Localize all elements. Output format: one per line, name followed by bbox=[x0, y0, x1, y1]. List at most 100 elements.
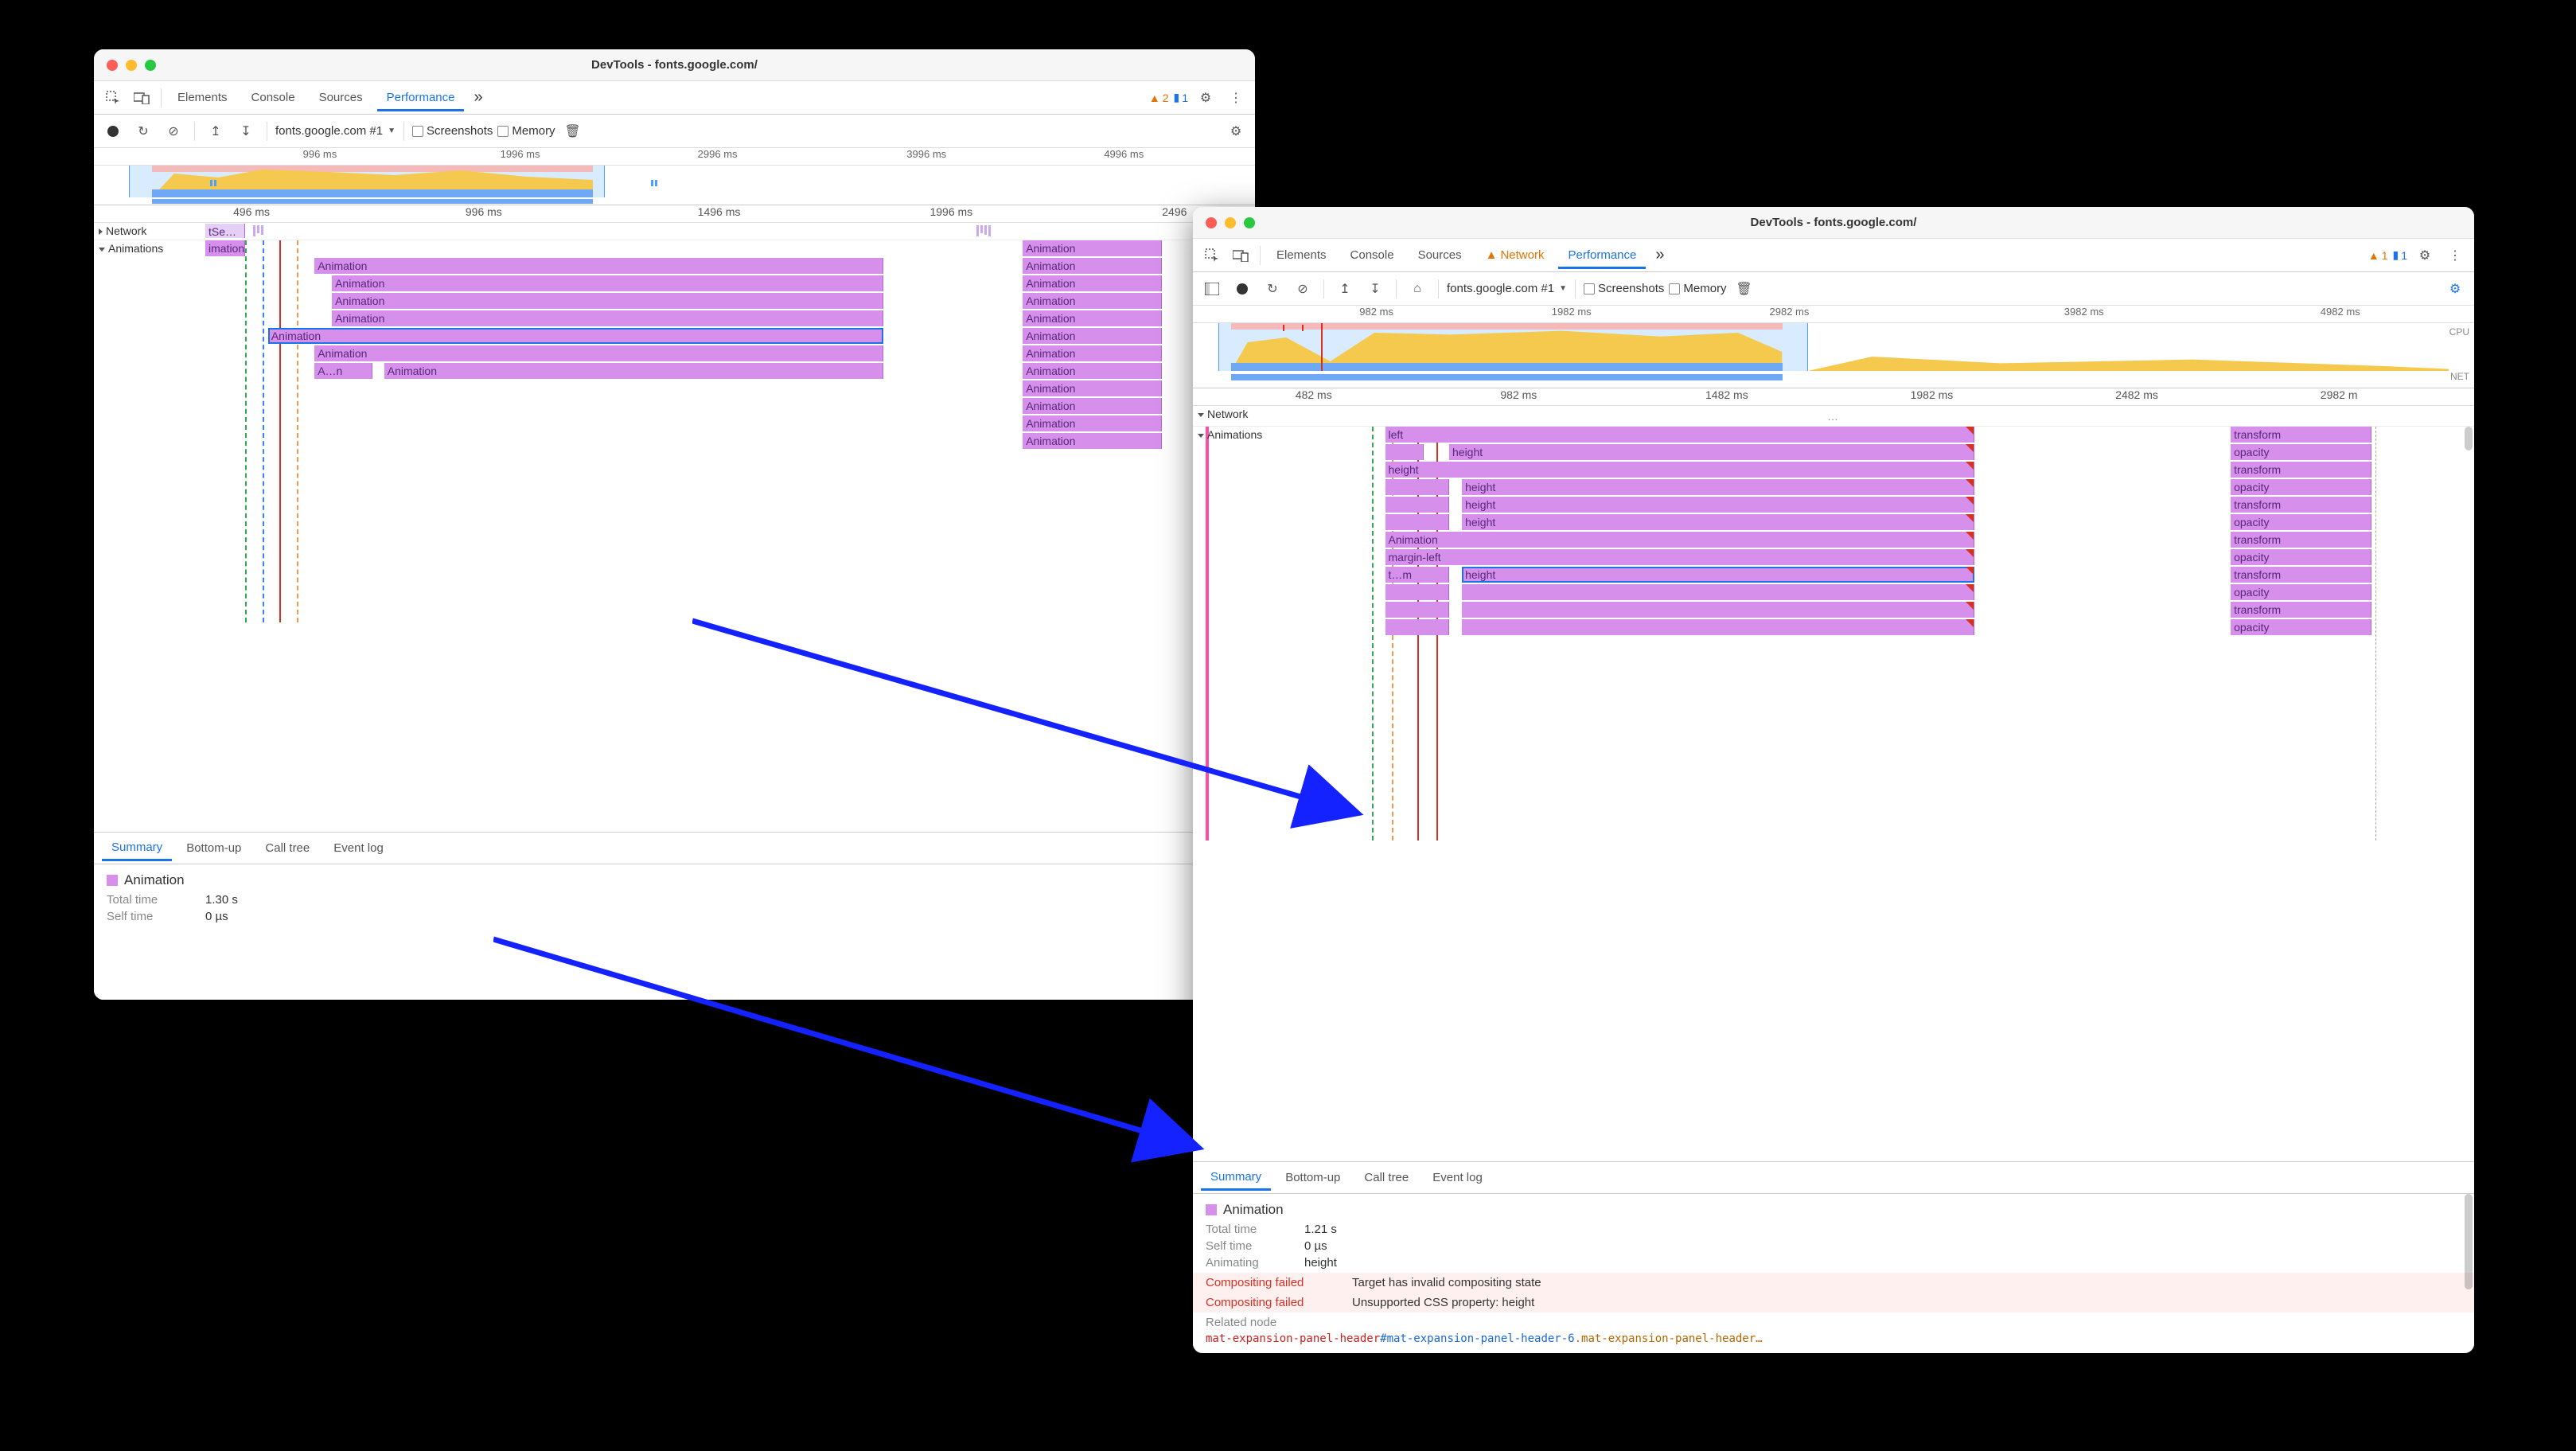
details-scrollbar[interactable] bbox=[2465, 1194, 2473, 1353]
anim-bar[interactable]: Animation bbox=[1023, 433, 1162, 449]
anim-bar-transform[interactable]: transform bbox=[2231, 602, 2371, 618]
related-node-link[interactable]: mat-expansion-panel-header#mat-expansion… bbox=[1206, 1332, 2461, 1345]
anim-bar[interactable]: Animation bbox=[1023, 328, 1162, 344]
screenshots-toggle[interactable]: Screenshots bbox=[412, 124, 493, 138]
flame-chart[interactable]: 482 ms 982 ms 1482 ms 1982 ms 2482 ms 29… bbox=[1193, 388, 2474, 1161]
anim-bar[interactable]: Animation bbox=[314, 258, 883, 274]
pause-handle-left-icon[interactable] bbox=[210, 180, 216, 186]
network-track[interactable]: Network … bbox=[1193, 406, 2474, 427]
warnings-badge[interactable]: ▲ 2 bbox=[1149, 92, 1169, 104]
track-splitter[interactable]: … bbox=[1827, 410, 1840, 423]
anim-bar-height[interactable]: height bbox=[1462, 514, 1974, 530]
anim-bar[interactable]: Animation bbox=[1023, 345, 1162, 361]
tab-call-tree[interactable]: Call tree bbox=[255, 837, 319, 860]
anim-bar[interactable]: Animation bbox=[1023, 398, 1162, 414]
tab-console[interactable]: Console bbox=[1341, 244, 1404, 267]
tabs-overflow[interactable]: » bbox=[469, 88, 487, 107]
profile-select[interactable]: fonts.google.com #1 ▼ bbox=[1447, 282, 1567, 295]
anim-bar-height[interactable]: height bbox=[1385, 462, 1975, 478]
warnings-badge[interactable]: ▲ 1 bbox=[2368, 249, 2388, 262]
anim-bar-transform[interactable]: transform bbox=[2231, 427, 2371, 443]
anim-bar-height[interactable]: height bbox=[1449, 444, 1974, 460]
anim-bar[interactable]: Animation bbox=[332, 310, 883, 326]
tab-summary[interactable]: Summary bbox=[102, 836, 172, 861]
flame-scrollbar[interactable] bbox=[2465, 427, 2473, 841]
anim-bar[interactable]: Animation bbox=[332, 293, 883, 309]
reload-record-button[interactable]: ↻ bbox=[1260, 277, 1285, 301]
titlebar[interactable]: DevTools - fonts.google.com/ bbox=[94, 49, 1255, 81]
tab-event-log[interactable]: Event log bbox=[324, 837, 393, 860]
maximize-icon[interactable] bbox=[1244, 217, 1255, 228]
scrollbar-thumb[interactable] bbox=[2465, 1194, 2473, 1289]
device-icon[interactable] bbox=[129, 86, 154, 110]
network-track[interactable]: Network tSe… bbox=[94, 223, 1255, 240]
inspect-icon[interactable] bbox=[1199, 244, 1225, 267]
tab-elements[interactable]: Elements bbox=[168, 86, 237, 109]
tabs-overflow[interactable]: » bbox=[1650, 246, 1669, 264]
memory-toggle[interactable]: Memory bbox=[1669, 282, 1726, 295]
tab-bottom-up[interactable]: Bottom-up bbox=[177, 837, 251, 860]
gear-icon[interactable]: ⚙ bbox=[2412, 244, 2438, 267]
tab-elements[interactable]: Elements bbox=[1267, 244, 1336, 267]
capture-settings-gear-icon[interactable]: ⚙ bbox=[1223, 119, 1249, 143]
minimize-icon[interactable] bbox=[1225, 217, 1236, 228]
sidebar-toggle-icon[interactable] bbox=[1199, 277, 1225, 301]
download-icon[interactable]: ↧ bbox=[233, 119, 259, 143]
anim-bar[interactable]: Animation bbox=[1023, 275, 1162, 291]
trash-icon[interactable]: 🗑 bbox=[1732, 277, 1757, 301]
anim-bar-opacity[interactable]: opacity bbox=[2231, 619, 2371, 635]
tab-bottom-up[interactable]: Bottom-up bbox=[1276, 1166, 1350, 1189]
anim-bar-opacity[interactable]: opacity bbox=[2231, 444, 2371, 460]
trash-icon[interactable]: 🗑 bbox=[560, 119, 586, 143]
overview[interactable]: 982 ms 1982 ms 2982 ms 3982 ms 4982 ms C… bbox=[1193, 306, 2474, 388]
overview[interactable]: 996 ms 1996 ms 2996 ms 3996 ms 4996 ms bbox=[94, 148, 1255, 205]
anim-bar[interactable] bbox=[1462, 602, 1974, 618]
inspect-icon[interactable] bbox=[100, 86, 126, 110]
anim-bar-selected[interactable]: Animation bbox=[268, 328, 883, 344]
upload-icon[interactable]: ↥ bbox=[1332, 277, 1358, 301]
close-icon[interactable] bbox=[107, 60, 118, 71]
capture-settings-gear-icon[interactable]: ⚙ bbox=[2442, 277, 2468, 301]
anim-bar-height[interactable]: height bbox=[1462, 479, 1974, 495]
animations-track[interactable]: Animations left height height height hei… bbox=[1193, 427, 2474, 841]
anim-bar[interactable]: Animation bbox=[384, 363, 883, 379]
record-button[interactable] bbox=[100, 119, 126, 143]
clear-button[interactable]: ⊘ bbox=[1290, 277, 1315, 301]
maximize-icon[interactable] bbox=[145, 60, 156, 71]
titlebar[interactable]: DevTools - fonts.google.com/ bbox=[1193, 207, 2474, 239]
anim-bar-opacity[interactable]: opacity bbox=[2231, 584, 2371, 600]
anim-bar-transform[interactable]: transform bbox=[2231, 497, 2371, 513]
close-icon[interactable] bbox=[1206, 217, 1217, 228]
anim-bar-opacity[interactable]: opacity bbox=[2231, 549, 2371, 565]
screenshots-toggle[interactable]: Screenshots bbox=[1584, 282, 1664, 295]
anim-bar-transform[interactable]: transform bbox=[2231, 462, 2371, 478]
tab-call-tree[interactable]: Call tree bbox=[1354, 1166, 1418, 1189]
anim-bar[interactable] bbox=[1462, 619, 1974, 635]
anim-bar-short[interactable]: A…n bbox=[314, 363, 372, 379]
anim-bar[interactable] bbox=[1385, 497, 1450, 513]
tab-network[interactable]: ▲ Network bbox=[1476, 244, 1554, 267]
anim-bar-transform[interactable]: transform bbox=[2231, 567, 2371, 583]
tab-performance[interactable]: Performance bbox=[1558, 244, 1646, 269]
minimize-icon[interactable] bbox=[126, 60, 137, 71]
network-track-header[interactable]: Network bbox=[94, 223, 151, 239]
anim-bar-opacity[interactable]: opacity bbox=[2231, 479, 2371, 495]
animations-track[interactable]: Animations imation Animation Animation A… bbox=[94, 240, 1255, 622]
anim-bar-opacity[interactable]: opacity bbox=[2231, 514, 2371, 530]
issues-badge[interactable]: ▮ 1 bbox=[2392, 248, 2407, 262]
clear-button[interactable]: ⊘ bbox=[161, 119, 186, 143]
anim-bar[interactable] bbox=[1385, 619, 1450, 635]
anim-bar-tm[interactable]: t…m bbox=[1385, 567, 1450, 583]
profile-select[interactable]: fonts.google.com #1 ▼ bbox=[275, 124, 396, 138]
anim-bar[interactable]: Animation bbox=[1023, 240, 1162, 256]
tab-console[interactable]: Console bbox=[242, 86, 305, 109]
anim-bar[interactable]: Animation bbox=[332, 275, 883, 291]
tab-sources[interactable]: Sources bbox=[1409, 244, 1471, 267]
anim-bar[interactable] bbox=[1385, 602, 1450, 618]
home-icon[interactable]: ⌂ bbox=[1405, 277, 1430, 301]
upload-icon[interactable]: ↥ bbox=[203, 119, 228, 143]
anim-bar[interactable]: Animation bbox=[1023, 415, 1162, 431]
issues-badge[interactable]: ▮ 1 bbox=[1173, 91, 1188, 104]
kebab-icon[interactable]: ⋮ bbox=[2442, 244, 2468, 267]
anim-bar[interactable] bbox=[1385, 584, 1450, 600]
